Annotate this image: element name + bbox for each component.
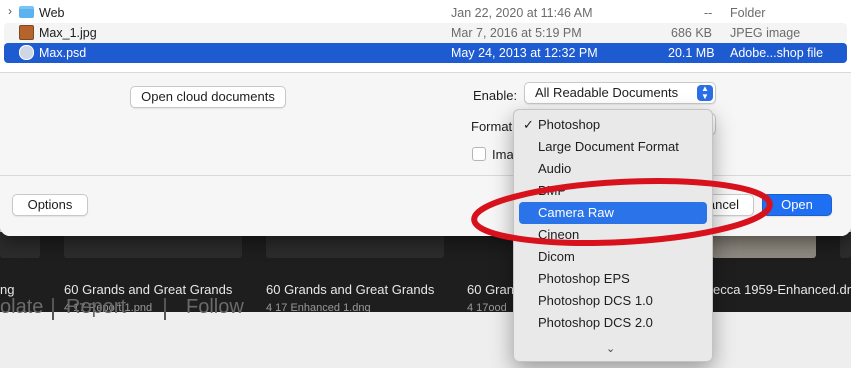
separator <box>52 298 54 320</box>
thumb-caption: 60 Grands a <box>467 282 513 297</box>
psd-file-icon <box>19 45 34 60</box>
options-button[interactable]: Options <box>12 194 88 216</box>
thumb-caption: 60 Grands and Great Grands <box>266 282 435 297</box>
rate-action[interactable]: olate <box>0 296 43 319</box>
file-name: Max.psd <box>39 46 87 60</box>
menu-item-label: Dicom <box>538 249 575 264</box>
open-file-dialog: › Web Jan 22, 2020 at 11:46 AM -- Folder… <box>0 0 851 236</box>
thumb-subcaption: 4 17 Enhanced 1.dng <box>266 302 371 312</box>
enable-label: Enable: <box>473 88 518 103</box>
menu-item-label: Photoshop DCS 2.0 <box>538 315 653 330</box>
file-row-max-psd[interactable]: Max.psd May 24, 2013 at 12:32 PM 20.1 MB… <box>4 43 847 63</box>
follow-action[interactable]: Follow <box>186 296 244 319</box>
menu-item-label: Photoshop EPS <box>538 271 630 286</box>
file-date: May 24, 2013 at 12:32 PM <box>451 46 598 60</box>
file-name: Max_1.jpg <box>39 26 97 40</box>
menu-item-label: BMP <box>538 183 567 198</box>
enable-popup[interactable]: All Readable Documents ▲ ▼ <box>524 82 716 104</box>
menu-item-camera-raw[interactable]: Camera Raw <box>519 202 707 224</box>
thumb-caption: 60 Grands and Great Grands <box>64 282 233 297</box>
file-name: Web <box>39 6 65 20</box>
menu-item-photoshop-dcs-2[interactable]: Photoshop DCS 2.0 <box>519 312 707 334</box>
folder-icon <box>19 6 34 18</box>
thumb-caption: ng <box>0 282 15 297</box>
jpeg-file-icon <box>19 25 34 40</box>
disclosure-chevron-icon[interactable]: › <box>8 4 12 18</box>
file-row-web[interactable]: › Web Jan 22, 2020 at 11:46 AM -- Folder <box>4 3 847 23</box>
open-cloud-documents-button[interactable]: Open cloud documents <box>130 86 286 108</box>
file-date: Mar 7, 2016 at 5:19 PM <box>451 26 582 40</box>
file-kind: Folder <box>730 6 766 20</box>
file-row-max-jpg[interactable]: Max_1.jpg Mar 7, 2016 at 5:19 PM 686 KB … <box>4 23 847 43</box>
menu-item-label: Audio <box>538 161 572 176</box>
menu-item-label: Cineon <box>538 227 580 242</box>
menu-item-cineon[interactable]: Cineon <box>519 224 707 246</box>
background-footer <box>0 312 851 368</box>
thumb-subcaption: 4 17ood <box>467 302 507 312</box>
report-action[interactable]: Report <box>66 296 126 319</box>
file-size: 686 KB <box>671 26 713 40</box>
file-list: › Web Jan 22, 2020 at 11:46 AM -- Folder… <box>0 0 851 72</box>
dialog-footer: Options ancel Open <box>0 176 851 236</box>
open-button[interactable]: Open <box>762 194 832 216</box>
image-sequence-label: Ima <box>492 147 514 162</box>
options-panel: Open cloud documents Enable: All Readabl… <box>0 73 851 175</box>
enable-value: All Readable Documents <box>535 85 679 100</box>
file-size: -- <box>704 6 713 20</box>
menu-item-audio[interactable]: Audio <box>519 158 707 180</box>
menu-item-photoshop[interactable]: ✓ Photoshop <box>519 114 707 136</box>
format-label: Format: <box>471 119 516 134</box>
scroll-down-chevron-icon[interactable]: ⌄ <box>606 342 615 355</box>
separator <box>164 298 166 320</box>
file-kind: Adobe...shop file <box>730 46 824 60</box>
format-dropdown-menu: ✓ Photoshop Large Document Format Audio … <box>513 109 713 362</box>
up-down-chevron-icon: ▲▼ <box>697 85 713 101</box>
menu-item-photoshop-eps[interactable]: Photoshop EPS <box>519 268 707 290</box>
image-sequence-checkbox[interactable] <box>472 147 486 161</box>
menu-item-label: Photoshop <box>538 117 601 132</box>
file-size: 20.1 MB <box>668 46 715 60</box>
menu-item-dicom[interactable]: Dicom <box>519 246 707 268</box>
menu-item-photoshop-dcs-1[interactable]: Photoshop DCS 1.0 <box>519 290 707 312</box>
menu-item-large-document-format[interactable]: Large Document Format <box>519 136 707 158</box>
menu-item-label: Camera Raw <box>538 205 614 220</box>
file-kind: JPEG image <box>730 26 801 40</box>
checkmark-icon: ✓ <box>523 117 534 132</box>
thumb-caption: ecca 1959-Enhanced.dng <box>713 282 851 297</box>
file-date: Jan 22, 2020 at 11:46 AM <box>451 6 593 20</box>
menu-item-label: Photoshop DCS 1.0 <box>538 293 653 308</box>
menu-item-bmp[interactable]: BMP <box>519 180 707 202</box>
menu-item-label: Large Document Format <box>538 139 679 154</box>
